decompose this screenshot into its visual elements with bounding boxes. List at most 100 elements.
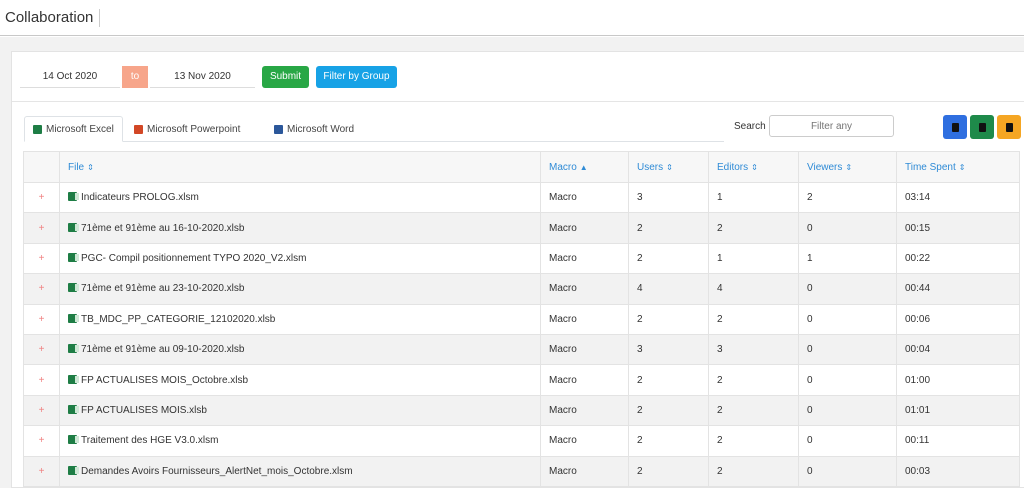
file-cell: FP ACTUALISES MOIS.xlsb <box>59 394 541 427</box>
file-cell: 71ème et 91ème au 09-10-2020.xlsb <box>59 333 541 366</box>
sort-icon: ⇕ <box>87 162 94 172</box>
viewers-cell: 1 <box>798 242 897 275</box>
time-spent-cell: 00:44 <box>896 273 1020 305</box>
document-icon <box>951 122 959 132</box>
expand-row-button[interactable]: + <box>23 364 60 396</box>
column-header-editors[interactable]: Editors ⇕ <box>708 151 799 183</box>
excel-file-icon <box>68 344 79 354</box>
macro-cell: Macro <box>540 212 629 244</box>
powerpoint-icon <box>134 124 143 134</box>
expand-row-button[interactable]: + <box>23 212 60 244</box>
table-row[interactable]: + Demandes Avoirs Fournisseurs_AlertNet_… <box>23 455 1020 487</box>
editors-cell: 1 <box>708 242 799 275</box>
excel-file-icon <box>68 313 79 323</box>
users-cell: 2 <box>628 212 709 244</box>
users-cell: 2 <box>628 455 709 487</box>
macro-cell: Macro <box>540 333 629 366</box>
editors-cell: 4 <box>708 273 799 305</box>
file-cell: Traitement des HGE V3.0.xlsm <box>59 425 541 457</box>
macro-cell: Macro <box>540 242 629 275</box>
macro-cell: Macro <box>540 303 629 335</box>
submit-button[interactable]: Submit <box>262 66 309 88</box>
files-table: File ⇕ Macro ▲ Users ⇕ Editors ⇕ Viewers ⇕ Ti… <box>23 151 1020 487</box>
excel-file-icon <box>68 283 79 293</box>
expand-row-button[interactable]: + <box>23 242 60 275</box>
time-spent-cell: 00:04 <box>896 333 1020 366</box>
search-label: Search <box>734 121 766 132</box>
viewers-cell: 0 <box>798 455 897 487</box>
expand-row-button[interactable]: + <box>23 303 60 335</box>
document-icon <box>978 122 986 132</box>
viewers-cell: 0 <box>798 273 897 305</box>
document-icon <box>1005 122 1013 132</box>
viewers-cell: 0 <box>798 364 897 396</box>
macro-cell: Macro <box>540 273 629 305</box>
export-blue-button[interactable] <box>943 115 967 139</box>
table-row[interactable]: + 71ème et 91ème au 23-10-2020.xlsb Macr… <box>23 273 1020 305</box>
time-spent-cell: 00:11 <box>896 425 1020 457</box>
sort-icon: ⇕ <box>958 162 966 172</box>
users-cell: 2 <box>628 364 709 396</box>
tab-microsoft-excel[interactable]: Microsoft Excel <box>24 116 123 142</box>
top-bar: Collaboration <box>0 0 1024 36</box>
table-row[interactable]: + Traitement des HGE V3.0.xlsm Macro 2 2… <box>23 425 1020 457</box>
expand-row-button[interactable]: + <box>23 394 60 427</box>
table-row[interactable]: + FP ACTUALISES MOIS.xlsb Macro 2 2 0 01… <box>23 394 1020 427</box>
file-cell: 71ème et 91ème au 16-10-2020.xlsb <box>59 212 541 244</box>
expand-row-button[interactable]: + <box>23 455 60 487</box>
date-to-input[interactable]: 13 Nov 2020 <box>150 66 255 88</box>
file-cell: Demandes Avoirs Fournisseurs_AlertNet_mo… <box>59 455 541 487</box>
column-header-viewers[interactable]: Viewers ⇕ <box>798 151 897 183</box>
table-row[interactable]: + TB_MDC_PP_CATEGORIE_12102020.xlsb Macr… <box>23 303 1020 335</box>
viewers-cell: 0 <box>798 212 897 244</box>
table-row[interactable]: + 71ème et 91ème au 09-10-2020.xlsb Macr… <box>23 333 1020 366</box>
file-cell: 71ème et 91ème au 23-10-2020.xlsb <box>59 273 541 305</box>
editors-cell: 2 <box>708 425 799 457</box>
word-icon <box>274 124 283 134</box>
expand-row-button[interactable]: + <box>23 273 60 305</box>
sort-icon: ⇕ <box>845 162 853 172</box>
time-spent-cell: 00:03 <box>896 455 1020 487</box>
column-header-time-spent[interactable]: Time Spent ⇕ <box>896 151 1020 183</box>
time-spent-cell: 00:22 <box>896 242 1020 275</box>
editors-cell: 2 <box>708 303 799 335</box>
table-row[interactable]: + FP ACTUALISES MOIS_Octobre.xlsb Macro … <box>23 364 1020 396</box>
expand-row-button[interactable]: + <box>23 333 60 366</box>
table-row[interactable]: + PGC- Compil positionnement TYPO 2020_V… <box>23 242 1020 275</box>
page-title: Collaboration <box>5 8 101 27</box>
editors-cell: 1 <box>708 181 799 214</box>
excel-file-icon <box>68 374 79 384</box>
editors-cell: 2 <box>708 364 799 396</box>
expand-row-button[interactable]: + <box>23 425 60 457</box>
file-cell: PGC- Compil positionnement TYPO 2020_V2.… <box>59 242 541 275</box>
table-row[interactable]: + 71ème et 91ème au 16-10-2020.xlsb Macr… <box>23 212 1020 244</box>
search-input[interactable] <box>769 115 894 137</box>
viewers-cell: 0 <box>798 303 897 335</box>
sort-icon: ⇕ <box>751 162 758 172</box>
users-cell: 4 <box>628 273 709 305</box>
tab-label: Microsoft Word <box>287 123 355 135</box>
export-green-button[interactable] <box>970 115 994 139</box>
users-cell: 2 <box>628 425 709 457</box>
column-header-macro[interactable]: Macro ▲ <box>540 151 629 183</box>
excel-file-icon <box>68 435 79 445</box>
excel-icon <box>33 124 42 134</box>
users-cell: 2 <box>628 394 709 427</box>
file-cell: Indicateurs PROLOG.xlsm <box>59 181 541 214</box>
date-from-input[interactable]: 14 Oct 2020 <box>20 66 120 88</box>
excel-file-icon <box>68 192 79 202</box>
tab-microsoft-word[interactable]: Microsoft Word <box>266 116 362 142</box>
column-header-users[interactable]: Users ⇕ <box>628 151 709 183</box>
filter-by-group-button[interactable]: Filter by Group <box>316 66 397 88</box>
expand-row-button[interactable]: + <box>23 181 60 214</box>
sort-icon: ⇕ <box>666 162 673 172</box>
column-header-file[interactable]: File ⇕ <box>59 151 541 183</box>
table-header-row: File ⇕ Macro ▲ Users ⇕ Editors ⇕ Viewers ⇕ Ti… <box>23 151 1020 183</box>
tab-microsoft-powerpoint[interactable]: Microsoft Powerpoint <box>126 116 248 142</box>
excel-file-icon <box>68 465 79 475</box>
excel-file-icon <box>68 222 79 232</box>
table-row[interactable]: + Indicateurs PROLOG.xlsm Macro 3 1 2 03… <box>23 181 1020 214</box>
time-spent-cell: 03:14 <box>896 181 1020 214</box>
time-spent-cell: 01:01 <box>896 394 1020 427</box>
export-orange-button[interactable] <box>997 115 1021 139</box>
